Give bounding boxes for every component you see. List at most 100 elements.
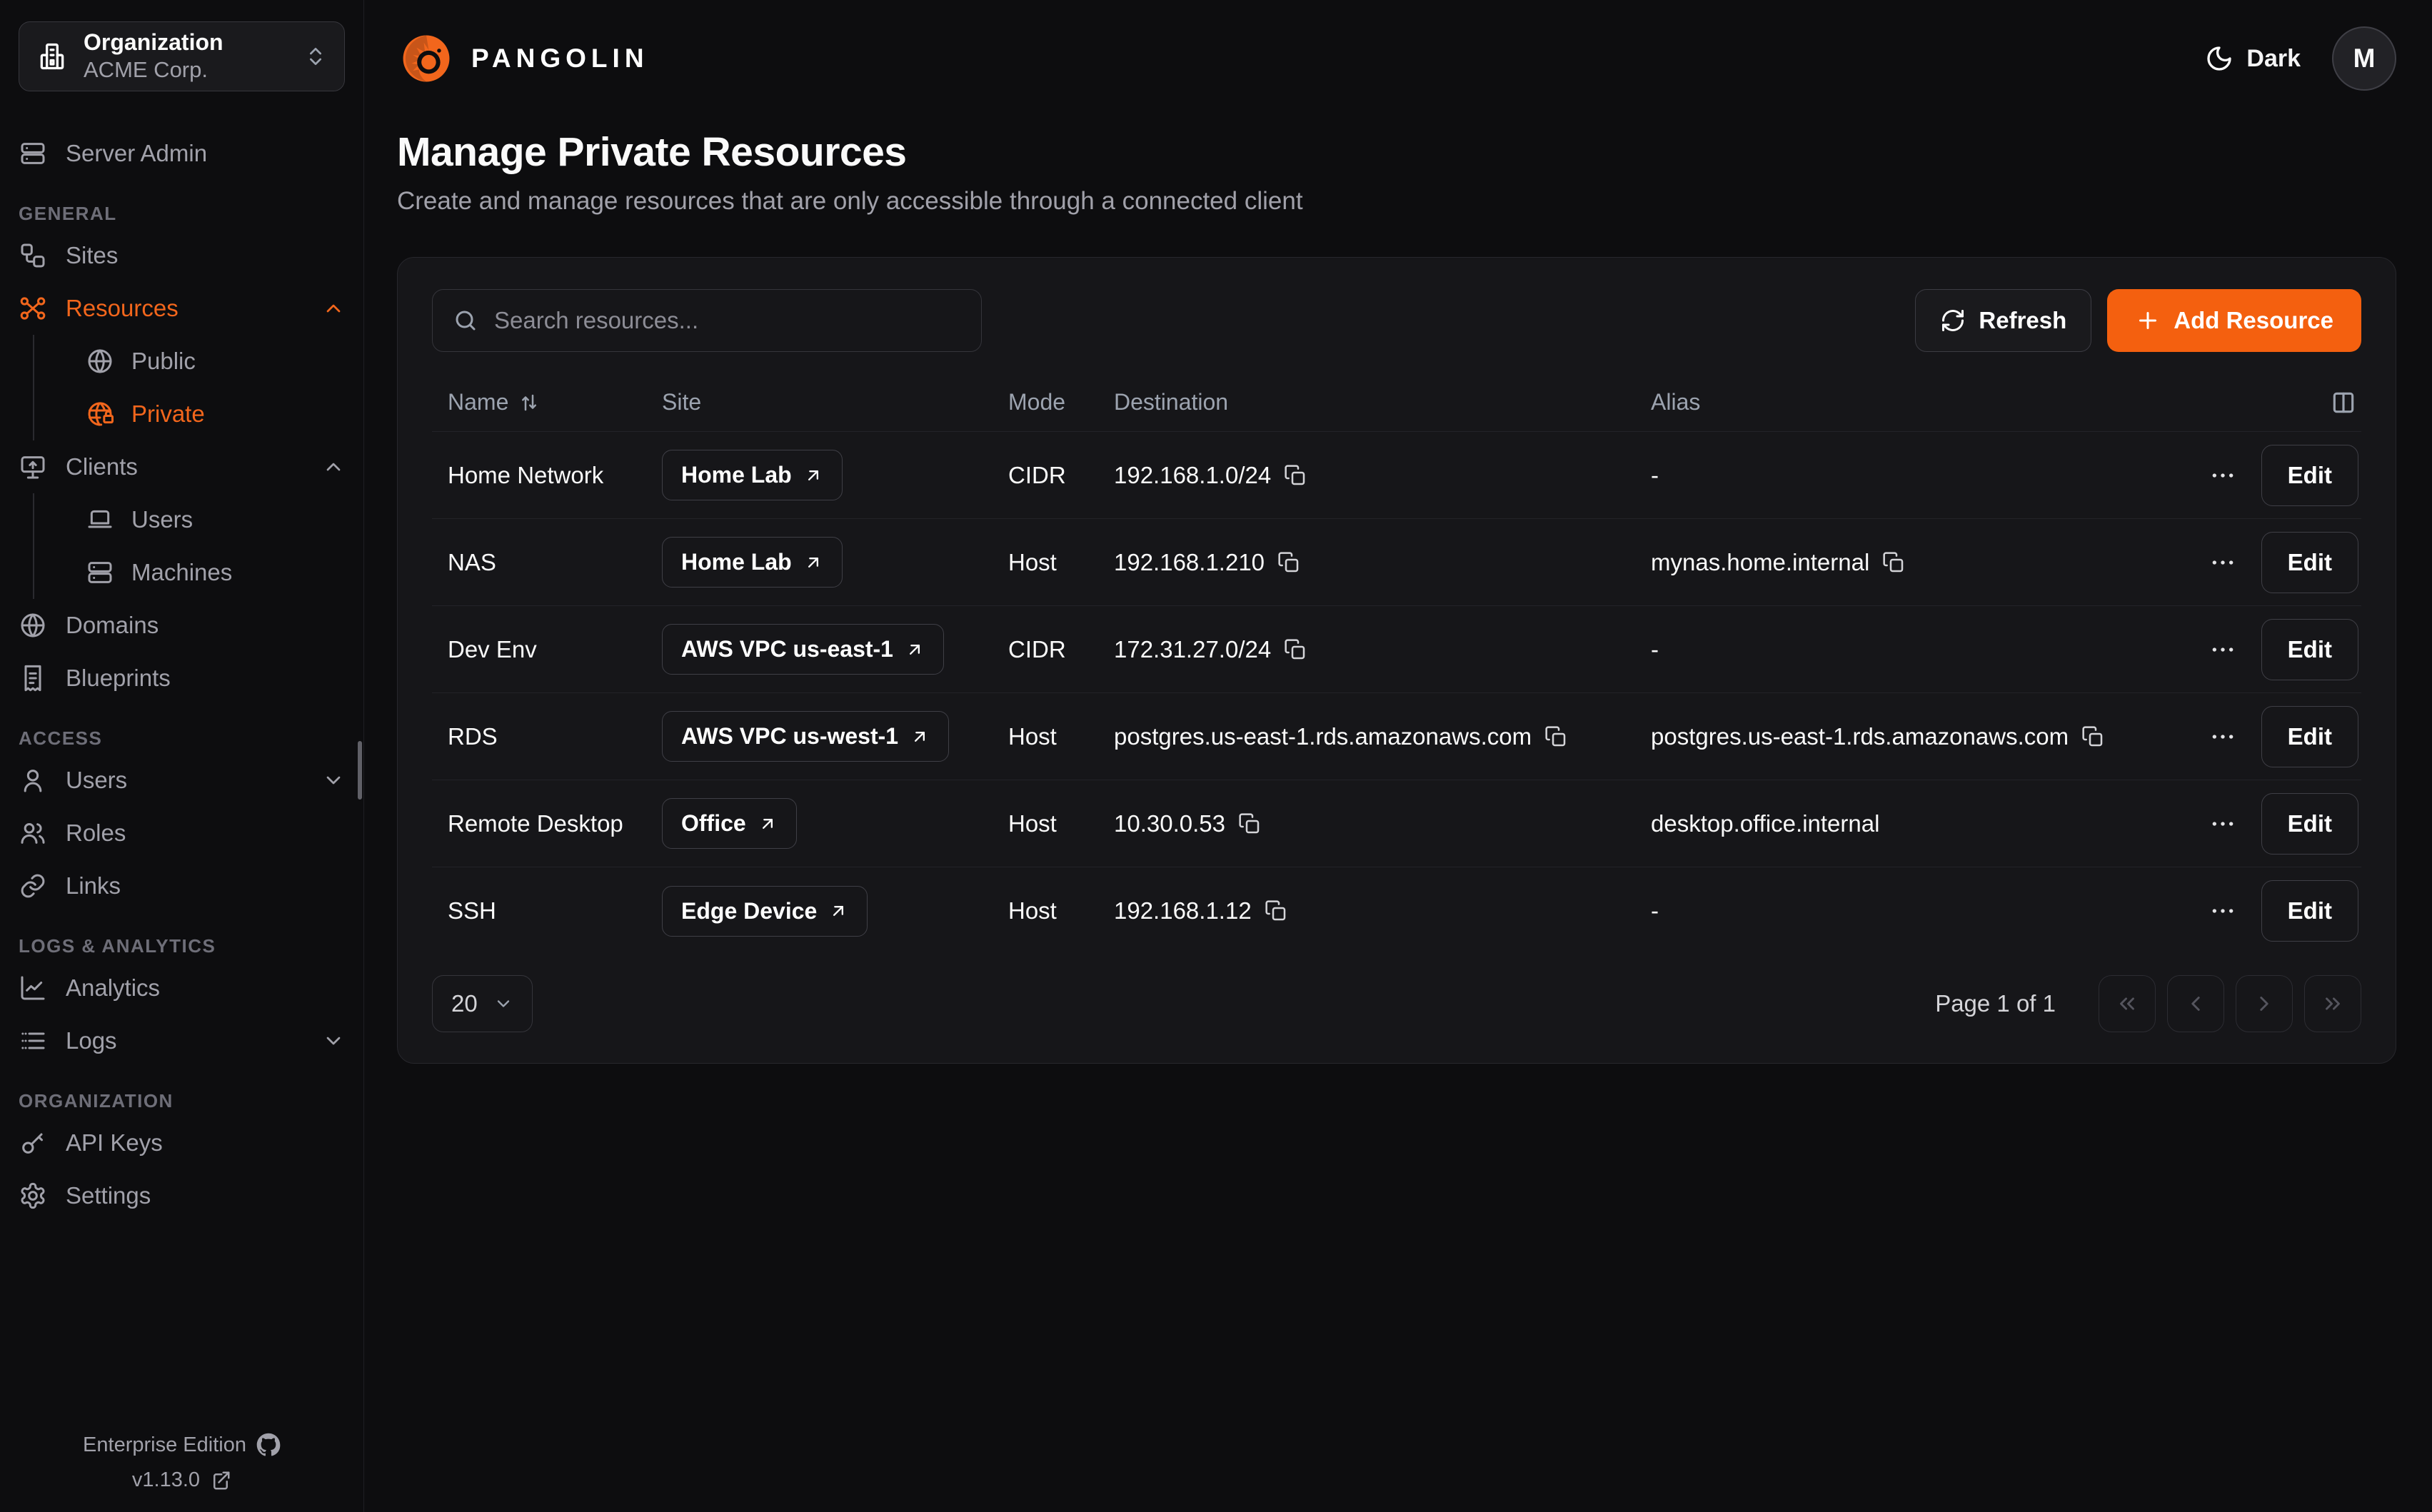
- sidebar-item-label: Roles: [66, 820, 345, 847]
- sidebar-nav: Server Admin GENERAL Sites Resources Pub…: [19, 127, 345, 1222]
- resource-mode: CIDR: [1008, 636, 1114, 663]
- row-menu-button[interactable]: [2209, 722, 2237, 751]
- edit-button[interactable]: Edit: [2261, 793, 2358, 855]
- page-size-value: 20: [451, 990, 478, 1017]
- avatar-initial: M: [2353, 44, 2376, 74]
- row-menu-button[interactable]: [2209, 461, 2237, 490]
- copy-destination-button[interactable]: [1284, 638, 1307, 661]
- copy-alias-button[interactable]: [2081, 725, 2104, 748]
- sidebar-item-domains[interactable]: Domains: [19, 599, 345, 652]
- row-menu-button[interactable]: [2209, 548, 2237, 577]
- site-name: Home Lab: [681, 462, 792, 488]
- sidebar-item-label: Links: [66, 872, 345, 899]
- sidebar-scrollbar[interactable]: [358, 741, 362, 800]
- pangolin-logo-icon: [397, 29, 456, 88]
- sidebar-item-server-admin[interactable]: Server Admin: [19, 127, 345, 180]
- sidebar-item-public[interactable]: Public: [86, 335, 345, 388]
- table-row: Dev Env AWS VPC us-east-1 CIDR 172.31.27…: [432, 606, 2361, 693]
- avatar[interactable]: M: [2332, 26, 2396, 91]
- resources-card: Refresh Add Resource Name Site Mode Dest…: [397, 257, 2396, 1064]
- sidebar-item-clients[interactable]: Clients: [19, 440, 345, 493]
- copy-destination-button[interactable]: [1238, 812, 1261, 835]
- prev-page-button[interactable]: [2167, 975, 2224, 1032]
- sidebar-item-resources[interactable]: Resources: [19, 282, 345, 335]
- server-icon: [19, 139, 47, 168]
- org-selector[interactable]: Organization ACME Corp.: [19, 21, 345, 91]
- section-label-logs-analytics: LOGS & ANALYTICS: [19, 935, 345, 957]
- sidebar-item-client-users[interactable]: Users: [86, 493, 345, 546]
- resource-mode: CIDR: [1008, 462, 1114, 489]
- site-link-chip[interactable]: Home Lab: [662, 450, 843, 500]
- sidebar-item-machines[interactable]: Machines: [86, 546, 345, 599]
- sidebar-item-api-keys[interactable]: API Keys: [19, 1117, 345, 1169]
- copy-destination-button[interactable]: [1277, 551, 1300, 574]
- columns-visibility-button[interactable]: [2330, 389, 2357, 416]
- edit-button[interactable]: Edit: [2261, 619, 2358, 680]
- refresh-button[interactable]: Refresh: [1915, 289, 2091, 352]
- gear-icon: [19, 1181, 47, 1210]
- sidebar-item-roles[interactable]: Roles: [19, 807, 345, 860]
- resource-mode: Host: [1008, 723, 1114, 750]
- resource-destination: 10.30.0.53: [1114, 810, 1225, 837]
- resource-alias: -: [1651, 462, 1659, 489]
- column-header-name[interactable]: Name: [448, 389, 662, 415]
- next-page-button[interactable]: [2236, 975, 2293, 1032]
- edit-button[interactable]: Edit: [2261, 880, 2358, 942]
- toolbar: Refresh Add Resource: [432, 289, 2361, 352]
- copy-destination-button[interactable]: [1265, 899, 1287, 922]
- edit-button[interactable]: Edit: [2261, 445, 2358, 506]
- sidebar-item-label: Resources: [66, 295, 303, 322]
- add-resource-button-label: Add Resource: [2174, 307, 2333, 334]
- site-link-chip[interactable]: Office: [662, 798, 797, 849]
- row-menu-button[interactable]: [2209, 810, 2237, 838]
- row-menu-button[interactable]: [2209, 897, 2237, 925]
- add-resource-button[interactable]: Add Resource: [2107, 289, 2361, 352]
- site-link-chip[interactable]: AWS VPC us-east-1: [662, 624, 944, 675]
- sidebar-item-label: Server Admin: [66, 140, 345, 167]
- sidebar: Organization ACME Corp. Server Admin GEN…: [0, 0, 364, 1512]
- sidebar-item-links[interactable]: Links: [19, 860, 345, 912]
- site-link-chip[interactable]: Home Lab: [662, 537, 843, 588]
- sidebar-item-analytics[interactable]: Analytics: [19, 962, 345, 1014]
- site-link-chip[interactable]: AWS VPC us-west-1: [662, 711, 949, 762]
- row-menu-button[interactable]: [2209, 635, 2237, 664]
- first-page-button[interactable]: [2099, 975, 2156, 1032]
- resource-destination: 192.168.1.210: [1114, 549, 1265, 576]
- sidebar-item-sites[interactable]: Sites: [19, 229, 345, 282]
- search-input[interactable]: [494, 307, 961, 334]
- sidebar-item-label: API Keys: [66, 1129, 345, 1156]
- column-header-label: Name: [448, 389, 508, 415]
- arrow-up-right-icon: [828, 901, 848, 921]
- brand-wordmark: PANGOLIN: [471, 44, 649, 74]
- topbar-right: Dark M: [2205, 26, 2396, 91]
- page-status: Page 1 of 1: [1935, 990, 2056, 1017]
- edit-button[interactable]: Edit: [2261, 532, 2358, 593]
- resource-alias: postgres.us-east-1.rds.amazonaws.com: [1651, 723, 2069, 750]
- sidebar-item-settings[interactable]: Settings: [19, 1169, 345, 1222]
- moon-icon: [2205, 44, 2233, 73]
- edit-button[interactable]: Edit: [2261, 706, 2358, 767]
- version-link[interactable]: v1.13.0: [19, 1468, 345, 1492]
- key-icon: [19, 1129, 47, 1157]
- resources-table: Name Site Mode Destination Alias Home Ne…: [432, 373, 2361, 954]
- table-row: NAS Home Lab Host 192.168.1.210 mynas.ho…: [432, 519, 2361, 606]
- sidebar-item-logs[interactable]: Logs: [19, 1014, 345, 1067]
- edition-link[interactable]: Enterprise Edition: [19, 1433, 345, 1457]
- sidebar-item-blueprints[interactable]: Blueprints: [19, 652, 345, 705]
- theme-toggle[interactable]: Dark: [2205, 44, 2301, 73]
- copy-destination-button[interactable]: [1284, 464, 1307, 487]
- copy-alias-button[interactable]: [1882, 551, 1905, 574]
- resource-name: NAS: [448, 549, 662, 576]
- sidebar-item-users[interactable]: Users: [19, 754, 345, 807]
- sidebar-item-private[interactable]: Private: [86, 388, 345, 440]
- chevron-down-icon: [493, 994, 513, 1014]
- org-selector-label: Organization: [84, 29, 288, 56]
- waypoints-icon: [19, 294, 47, 323]
- last-page-button[interactable]: [2304, 975, 2361, 1032]
- resource-alias: -: [1651, 897, 1659, 924]
- page-size-select[interactable]: 20: [432, 975, 533, 1032]
- edition-label: Enterprise Edition: [83, 1433, 246, 1457]
- copy-destination-button[interactable]: [1544, 725, 1567, 748]
- external-link-icon: [210, 1470, 231, 1491]
- site-link-chip[interactable]: Edge Device: [662, 886, 868, 937]
